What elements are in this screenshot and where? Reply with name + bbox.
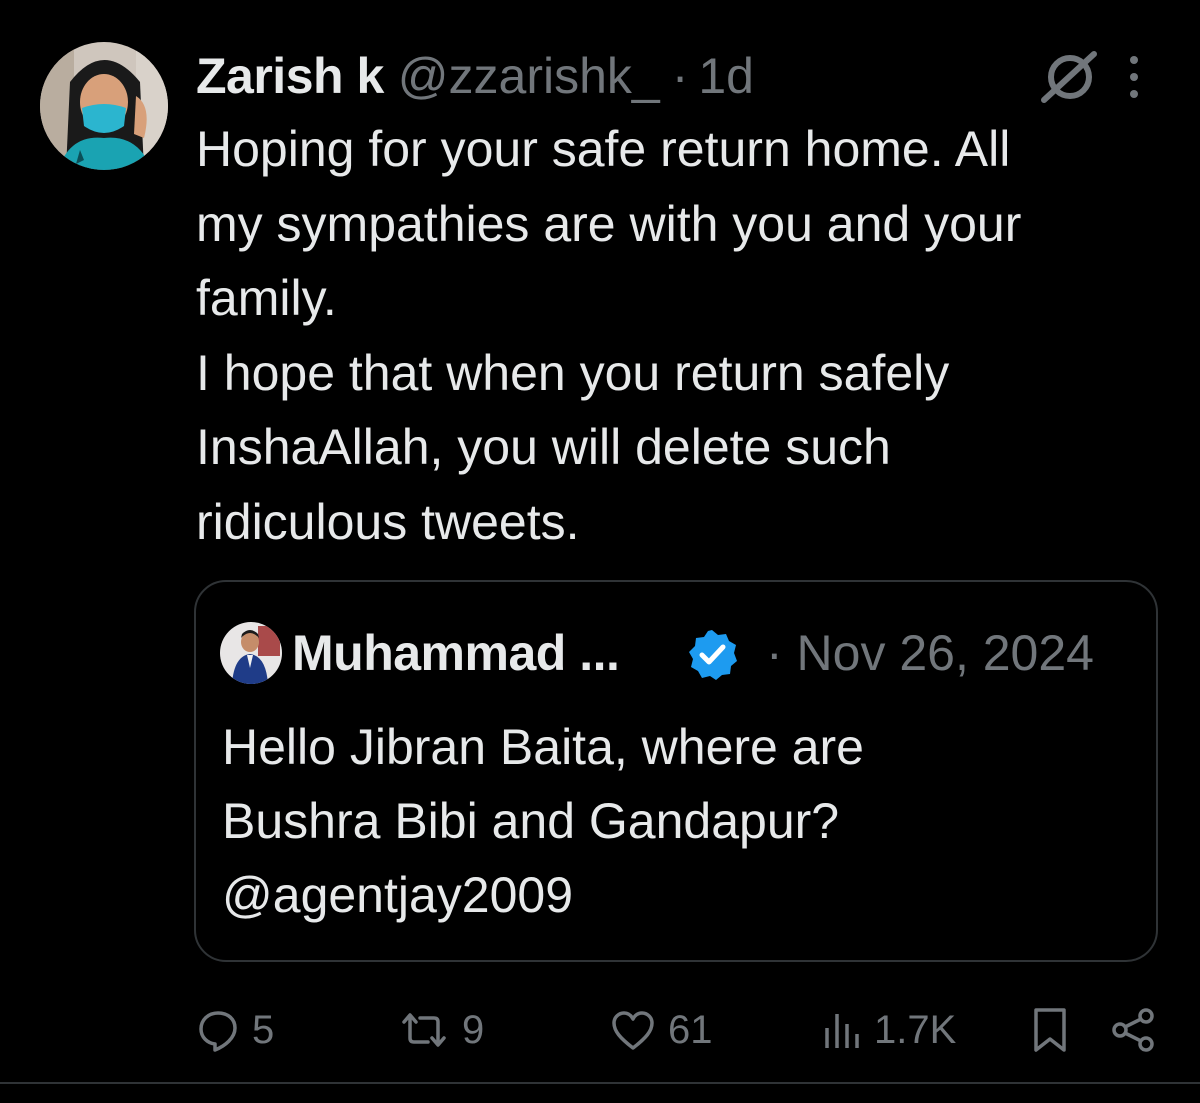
tweet-header: Zarish k @zzarishk_ · 1d [196,46,754,106]
tweet-text-line: ridiculous tweets. [196,493,580,550]
tweet-text-line: Hoping for your safe return home. All [196,121,1011,177]
share-button[interactable] [1110,1006,1158,1054]
grok-icon[interactable] [1038,50,1098,104]
tweet-timestamp[interactable]: 1d [698,46,754,106]
tweet-text-line: my sympathies are with you and your [196,195,1022,252]
quoted-tweet-date[interactable]: · Nov 26, 2024 [766,620,1094,686]
share-icon [1112,1008,1154,1052]
views-icon [825,1014,859,1048]
quoted-tweet-card[interactable]: Muhammad ... · Nov 26, 2024 Hello Jibran… [194,580,1158,962]
author-handle[interactable]: @zzarishk_ [398,46,660,106]
repost-count: 9 [462,1007,485,1052]
bottom-divider [0,1082,1200,1084]
bookmark-icon [1034,1008,1066,1052]
quoted-text-line[interactable]: @agentjay2009 [222,858,1122,932]
like-count: 61 [668,1007,713,1052]
quoted-author-avatar[interactable] [220,622,282,684]
repost-icon [402,1013,446,1047]
quoted-author-name[interactable]: Muhammad ... [292,620,620,686]
author-name[interactable]: Zarish k [196,46,384,106]
reply-icon [199,1011,237,1052]
tweet-text-line: InshaAllah, you will delete such [196,419,891,475]
repost-button[interactable]: 9 [398,1006,484,1054]
separator-dot: · [671,48,689,104]
tweet-text-line: I hope that when you return safely [196,344,950,401]
tweet-text-line: family. [196,270,337,326]
quoted-tweet-text: Hello Jibran Baita, where are Bushra Bib… [222,710,1122,932]
tweet-text: Hoping for your safe return home. All my… [196,112,1186,559]
tweet[interactable]: Zarish k @zzarishk_ · 1d Hoping for your… [0,0,1200,1103]
views-button[interactable]: 1.7K [822,1006,956,1054]
views-count: 1.7K [874,1007,957,1052]
bookmark-button[interactable] [1030,1006,1070,1054]
author-avatar[interactable] [40,42,168,170]
more-icon[interactable] [1124,54,1144,100]
tweet-action-bar: 5 9 61 1.7K [0,1000,1200,1060]
reply-button[interactable]: 5 [196,1006,274,1054]
quoted-text-line: Bushra Bibi and Gandapur? [222,793,840,849]
reply-count: 5 [252,1007,275,1052]
quoted-text-line: Hello Jibran Baita, where are [222,719,864,775]
like-button[interactable]: 61 [610,1006,713,1054]
heart-icon [612,1011,654,1050]
verified-badge-icon [689,630,737,680]
